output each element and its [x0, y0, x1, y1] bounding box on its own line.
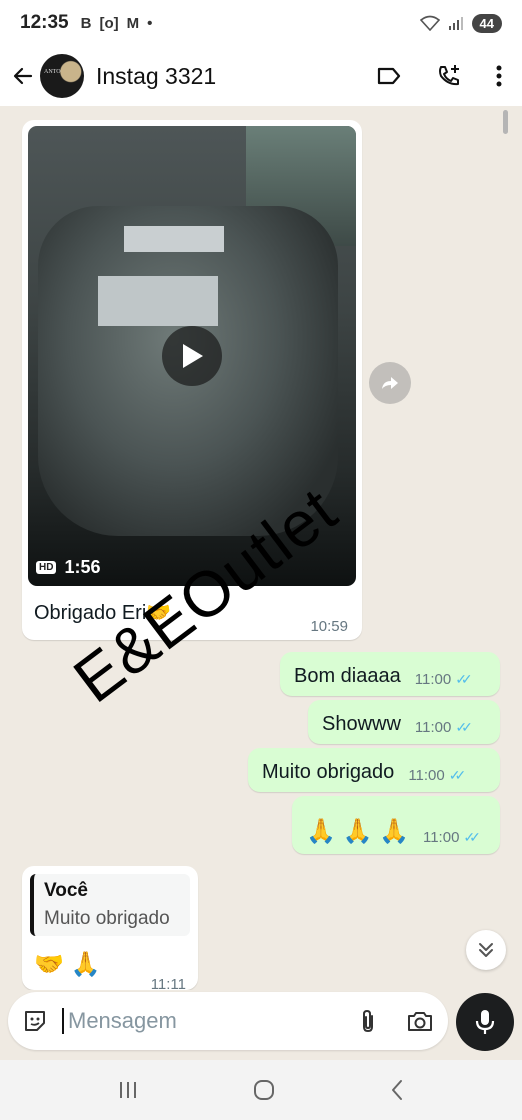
back-button[interactable]: [10, 63, 36, 89]
contact-avatar[interactable]: ANTO: [40, 54, 84, 98]
outgoing-message[interactable]: Bom diaaaa 11:00 ✓✓: [280, 652, 500, 696]
signal-icon: [448, 17, 463, 30]
quote-author: Você: [44, 880, 89, 901]
video-label: [124, 226, 224, 252]
status-notification-icons: B [o] M •: [81, 15, 153, 32]
message-time: 11:00: [422, 829, 460, 846]
message-time: 11:00: [414, 671, 452, 688]
home-icon[interactable]: [252, 1078, 276, 1102]
notification-icon-1: B: [80, 14, 92, 32]
duration-text: 1:56: [64, 557, 101, 577]
more-options-icon[interactable]: [496, 64, 502, 88]
sticker-icon[interactable]: [22, 1008, 48, 1034]
message-text: 🤝 🙏: [34, 951, 101, 978]
recent-apps-icon[interactable]: [117, 1080, 139, 1100]
message-time: 10:59: [310, 618, 348, 635]
message-input[interactable]: [62, 1008, 322, 1034]
read-ticks-icon: ✓✓: [463, 829, 481, 845]
outgoing-message[interactable]: Muito obrigado 11:00 ✓✓: [248, 748, 500, 792]
chat-header: ANTO Instag 3321: [0, 46, 522, 106]
battery-indicator: 44: [471, 13, 502, 33]
scroll-to-bottom-button[interactable]: [466, 930, 506, 970]
add-call-icon[interactable]: [436, 63, 462, 89]
notification-icon-4: •: [147, 14, 153, 32]
message-composer: [8, 992, 448, 1050]
quoted-message[interactable]: Você Muito obrigado: [30, 874, 190, 936]
forward-button[interactable]: [369, 362, 411, 404]
message-meta: 11:00 ✓✓: [415, 671, 473, 688]
status-time: 12:35: [20, 12, 69, 33]
arrow-left-icon: [13, 67, 33, 85]
avatar-text: ANTO: [44, 69, 61, 75]
message-meta: 11:00 ✓✓: [423, 829, 481, 846]
message-time: 11:00: [414, 719, 452, 736]
forward-icon: [382, 377, 398, 389]
wifi-icon: [419, 15, 440, 31]
video-duration: HD 1:56: [36, 557, 100, 578]
message-meta: 11:00 ✓✓: [408, 767, 466, 784]
message-text: Showww: [322, 713, 401, 735]
scrollbar[interactable]: [503, 110, 508, 134]
camera-icon[interactable]: [406, 1009, 434, 1033]
header-actions: [376, 63, 512, 89]
voice-message-button[interactable]: [456, 993, 514, 1051]
message-text: Muito obrigado: [262, 761, 395, 783]
reply-message[interactable]: Você Muito obrigado 🤝 🙏 11:11: [22, 866, 198, 990]
play-icon: [183, 344, 203, 368]
system-navigation-bar: [0, 1060, 522, 1120]
composer-actions: [358, 1008, 434, 1034]
status-right: 44: [419, 13, 502, 33]
status-bar: 12:35 B [o] M • 44: [0, 0, 522, 46]
attach-paperclip-icon[interactable]: [358, 1008, 378, 1034]
read-ticks-icon: ✓✓: [448, 767, 467, 783]
notification-icon-3: M: [126, 14, 140, 32]
video-label: [98, 276, 218, 326]
notification-icon-2: [o]: [99, 14, 119, 32]
back-nav-icon[interactable]: [389, 1078, 405, 1102]
read-ticks-icon: ✓✓: [455, 719, 473, 735]
message-text: Bom diaaaa: [294, 665, 401, 687]
play-button[interactable]: [162, 326, 222, 386]
chat-area[interactable]: HD 1:56 Obrigado Eri🤝 10:59 Bom diaaaa 1…: [0, 106, 522, 990]
label-tag-icon[interactable]: [376, 64, 402, 88]
contact-name[interactable]: Instag 3321: [96, 63, 216, 90]
hd-badge: HD: [36, 561, 57, 574]
message-text: 🙏 🙏 🙏: [306, 818, 409, 845]
microphone-icon: [475, 1010, 495, 1034]
outgoing-message[interactable]: 🙏 🙏 🙏 11:00 ✓✓: [292, 796, 500, 854]
read-ticks-icon: ✓✓: [455, 671, 473, 687]
outgoing-message[interactable]: Showww 11:00 ✓✓: [308, 700, 500, 744]
quote-text: Muito obrigado: [44, 908, 170, 929]
message-meta: 11:00 ✓✓: [415, 719, 473, 736]
message-time: 11:00: [408, 767, 445, 784]
double-chevron-down-icon: [479, 943, 493, 957]
message-time: 11:11: [150, 976, 186, 990]
